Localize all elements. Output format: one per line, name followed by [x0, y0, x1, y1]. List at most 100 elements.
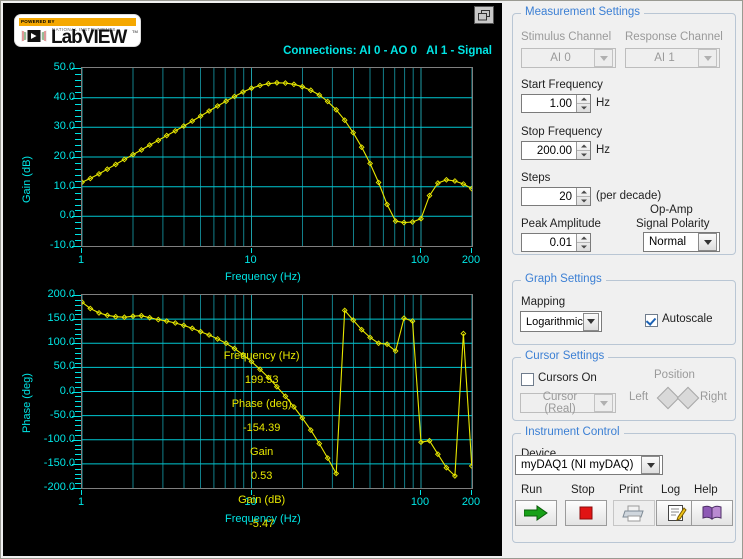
- settings-panel: Measurement Settings Stimulus Channel Re…: [504, 3, 742, 558]
- connections-label: Connections: AI 0 - AO 0 AI 1 - Signal: [283, 45, 492, 57]
- log-label: Log: [661, 484, 680, 496]
- help-button[interactable]: [691, 500, 733, 526]
- x-tick-label: 10: [239, 254, 263, 266]
- autoscale-label: Autoscale: [662, 313, 713, 325]
- start-frequency-label: Start Frequency: [521, 79, 603, 91]
- response-channel-select[interactable]: AI 1: [625, 48, 720, 68]
- measurement-settings-title: Measurement Settings: [521, 6, 644, 18]
- chevron-down-icon[interactable]: [594, 49, 613, 67]
- bode-analyzer-window: POWERED BY NATIONAL INSTRUMENTS: [0, 0, 743, 559]
- stimulus-channel-value: AI 0: [522, 52, 594, 64]
- peak-amplitude-stepper[interactable]: [576, 234, 590, 251]
- x-tick-label: 1: [69, 254, 93, 266]
- y-tick-label: 10.0: [54, 180, 75, 192]
- autoscale-checkbox[interactable]: [645, 314, 658, 327]
- print-label: Print: [619, 484, 643, 496]
- peak-amplitude-value: 0.01: [522, 237, 576, 249]
- notepad-pencil-icon: [667, 504, 687, 522]
- stop-frequency-value: 200.00: [522, 145, 576, 157]
- steps-input[interactable]: 20: [521, 187, 591, 206]
- stimulus-channel-label: Stimulus Channel: [521, 31, 611, 43]
- red-square-icon: [578, 505, 594, 521]
- y-tick-label: 200.0: [47, 288, 75, 300]
- green-arrow-icon: [524, 505, 548, 521]
- position-label: Position: [654, 369, 695, 381]
- y-tick-label: -10.0: [50, 239, 75, 251]
- status-phase-value: -154.39: [243, 422, 280, 434]
- run-label: Run: [521, 484, 542, 496]
- op-amp-label: Op-Amp: [650, 204, 693, 216]
- logo-product: LabVIEW: [51, 28, 126, 46]
- logo-tm: TM: [132, 29, 138, 34]
- chevron-down-icon[interactable]: [698, 233, 717, 251]
- chevron-down-icon[interactable]: [594, 394, 613, 412]
- cursor-select[interactable]: Cursor (Real): [520, 393, 616, 413]
- y-tick-label: 150.0: [47, 312, 75, 324]
- gain-x-axis-label: Frequency (Hz): [225, 271, 301, 283]
- status-gain-db-value: -5.47: [249, 518, 274, 530]
- device-select[interactable]: myDAQ1 (NI myDAQ): [515, 455, 663, 475]
- device-value: myDAQ1 (NI myDAQ): [516, 459, 641, 471]
- steps-label: Steps: [521, 172, 550, 184]
- mapping-select[interactable]: Logarithmic: [520, 311, 602, 332]
- steps-unit: (per decade): [596, 190, 661, 202]
- peak-amplitude-input[interactable]: 0.01: [521, 233, 591, 252]
- cursor-right-label: Right: [700, 391, 727, 403]
- stop-frequency-unit: Hz: [596, 144, 610, 156]
- signal-polarity-label: Signal Polarity: [636, 218, 710, 230]
- mapping-label: Mapping: [521, 296, 565, 308]
- y-tick-label: 0.0: [60, 209, 75, 221]
- run-button[interactable]: [515, 500, 557, 526]
- gain-axis-label: Gain (dB): [21, 156, 33, 203]
- cursor-select-value: Cursor (Real): [521, 391, 594, 415]
- start-frequency-stepper[interactable]: [576, 95, 590, 112]
- steps-value: 20: [522, 191, 576, 203]
- start-frequency-value: 1.00: [522, 98, 576, 110]
- labview-logo: POWERED BY NATIONAL INSTRUMENTS: [15, 15, 140, 46]
- chevron-down-icon[interactable]: [641, 456, 660, 474]
- stop-frequency-stepper[interactable]: [576, 142, 590, 159]
- status-frequency-value: 199.53: [245, 374, 279, 386]
- start-frequency-input[interactable]: 1.00: [521, 94, 591, 113]
- steps-stepper[interactable]: [576, 188, 590, 205]
- stop-frequency-label: Stop Frequency: [521, 126, 602, 138]
- stimulus-channel-select[interactable]: AI 0: [521, 48, 616, 68]
- status-gain-value: 0.53: [251, 470, 272, 482]
- status-gain-db-label: Gain (dB): [238, 494, 285, 506]
- chevron-down-icon[interactable]: [698, 49, 717, 67]
- peak-amplitude-label: Peak Amplitude: [521, 218, 601, 230]
- gain-plot-area[interactable]: [81, 67, 473, 247]
- restore-window-icon[interactable]: [474, 6, 494, 24]
- status-readout: Frequency (Hz) 199.53 Phase (deg) -154.3…: [3, 338, 502, 542]
- graph-settings-title: Graph Settings: [521, 273, 606, 285]
- stop-frequency-input[interactable]: 200.00: [521, 141, 591, 160]
- y-tick-label: 30.0: [54, 120, 75, 132]
- instrument-control-title: Instrument Control: [521, 426, 624, 438]
- status-frequency-label: Frequency (Hz): [224, 350, 300, 362]
- stop-button[interactable]: [565, 500, 607, 526]
- status-gain-label: Gain: [250, 446, 273, 458]
- start-frequency-unit: Hz: [596, 97, 610, 109]
- response-channel-value: AI 1: [626, 52, 698, 64]
- cursors-on-label: Cursors On: [538, 372, 597, 384]
- gain-plot-svg: [82, 68, 472, 246]
- signal-polarity-select[interactable]: Normal: [643, 232, 720, 252]
- response-channel-label: Response Channel: [625, 31, 723, 43]
- cursor-left-label: Left: [629, 391, 648, 403]
- ni-mark-icon: [21, 28, 47, 44]
- x-tick-label: 200: [459, 254, 483, 266]
- help-label: Help: [694, 484, 718, 496]
- signal-polarity-value: Normal: [644, 236, 698, 248]
- chevron-down-icon[interactable]: [583, 313, 599, 331]
- mapping-value: Logarithmic: [521, 316, 583, 328]
- cursor-settings-title: Cursor Settings: [521, 350, 608, 362]
- cursors-on-checkbox[interactable]: [521, 373, 534, 386]
- purple-book-icon: [701, 504, 723, 522]
- y-tick-label: 50.0: [54, 61, 75, 73]
- print-button[interactable]: [613, 500, 655, 526]
- status-phase-label: Phase (deg): [232, 398, 292, 410]
- stop-label: Stop: [571, 484, 595, 496]
- y-tick-label: 40.0: [54, 91, 75, 103]
- y-tick-label: 20.0: [54, 150, 75, 162]
- graph-panel: POWERED BY NATIONAL INSTRUMENTS: [3, 3, 502, 556]
